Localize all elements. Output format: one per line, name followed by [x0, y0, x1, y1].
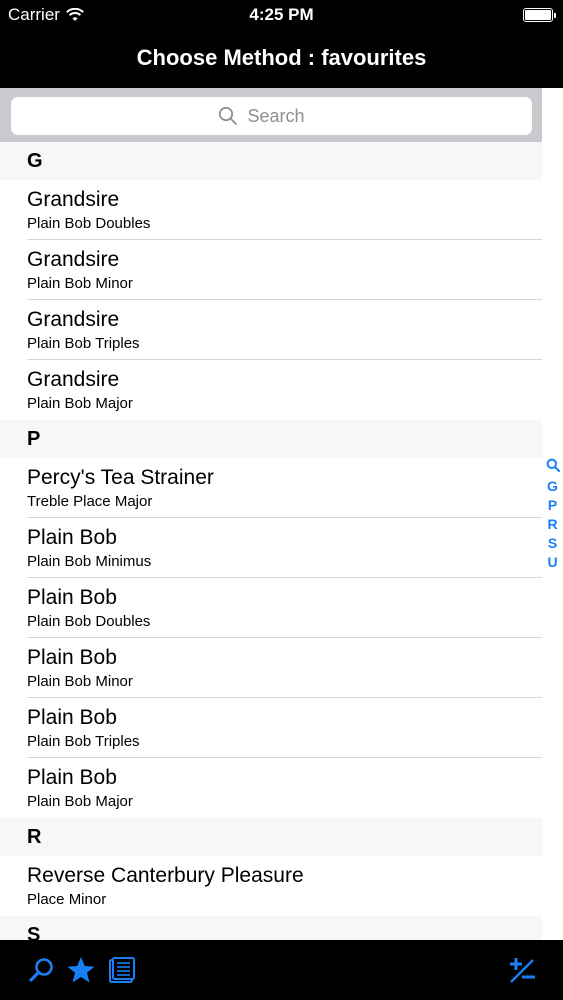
index-letter-s[interactable]: S: [542, 535, 563, 551]
method-name: Reverse Canterbury Pleasure: [27, 864, 304, 887]
index-letter-p[interactable]: P: [542, 497, 563, 513]
method-name: Plain Bob: [27, 706, 117, 729]
section-header-r: R: [0, 818, 542, 856]
navigation-bar: Choose Method : favourites: [0, 28, 563, 88]
battery-icon: [523, 8, 556, 22]
method-name: Plain Bob: [27, 526, 117, 549]
index-search-icon[interactable]: [546, 458, 560, 472]
list-item[interactable]: Plain Bob Plain Bob Minimus: [0, 518, 542, 578]
list-item[interactable]: Grandsire Plain Bob Doubles: [0, 180, 542, 240]
status-bar: Carrier 4:25 PM: [0, 0, 563, 28]
favourites-button[interactable]: [65, 954, 97, 986]
method-class: Plain Bob Triples: [27, 733, 140, 750]
list-item[interactable]: Plain Bob Plain Bob Major: [0, 758, 542, 818]
search-bar: [0, 88, 542, 142]
search-button[interactable]: [26, 954, 58, 986]
search-icon: [29, 958, 53, 982]
section-index[interactable]: G P R S U: [542, 88, 563, 940]
method-name: Grandsire: [27, 188, 120, 211]
method-class: Plain Bob Minor: [27, 673, 133, 690]
method-name: Plain Bob: [27, 586, 117, 609]
list-item[interactable]: Plain Bob Plain Bob Doubles: [0, 578, 542, 638]
section-header-g: G: [0, 142, 542, 180]
method-class: Plain Bob Minimus: [27, 553, 152, 570]
library-button[interactable]: [106, 954, 138, 986]
method-class: Plain Bob Minor: [27, 275, 133, 292]
list-item[interactable]: Reverse Canterbury Pleasure Place Minor: [0, 856, 542, 916]
method-name: Plain Bob: [27, 646, 117, 669]
method-class: Plain Bob Doubles: [27, 215, 151, 232]
method-list: G Grandsire Plain Bob Doubles Grandsire …: [0, 142, 542, 940]
method-name: Plain Bob: [27, 766, 117, 789]
index-letter-u[interactable]: U: [542, 554, 563, 570]
index-letter-r[interactable]: R: [542, 516, 563, 532]
index-letter-g[interactable]: G: [542, 478, 563, 494]
method-class: Plain Bob Major: [27, 395, 133, 412]
method-class: Treble Place Major: [27, 493, 153, 510]
list-item[interactable]: Plain Bob Plain Bob Minor: [0, 638, 542, 698]
method-class: Plain Bob Triples: [27, 335, 140, 352]
list-item[interactable]: Percy's Tea Strainer Treble Place Major: [0, 458, 542, 518]
search-field[interactable]: [11, 97, 532, 135]
screen: Carrier 4:25 PM Choose Method : favourit…: [0, 0, 563, 1000]
method-name: Grandsire: [27, 308, 120, 331]
star-icon: [67, 957, 95, 983]
section-header-s: S: [0, 916, 542, 940]
method-class: Place Minor: [27, 891, 107, 908]
add-remove-button[interactable]: [506, 954, 538, 986]
method-class: Plain Bob Major: [27, 793, 133, 810]
book-icon: [109, 957, 135, 983]
method-class: Plain Bob Doubles: [27, 613, 151, 630]
list-item[interactable]: Grandsire Plain Bob Triples: [0, 300, 542, 360]
section-header-p: P: [0, 420, 542, 458]
method-name: Percy's Tea Strainer: [27, 466, 214, 489]
plus-minus-icon: [510, 958, 535, 983]
list-item[interactable]: Grandsire Plain Bob Minor: [0, 240, 542, 300]
list-item[interactable]: Grandsire Plain Bob Major: [0, 360, 542, 420]
search-icon: [218, 106, 237, 125]
method-name: Grandsire: [27, 368, 120, 391]
method-list-view[interactable]: G Grandsire Plain Bob Doubles Grandsire …: [0, 88, 563, 940]
status-time: 4:25 PM: [249, 5, 314, 24]
toolbar: [0, 940, 563, 1000]
page-title: Choose Method : favourites: [136, 45, 427, 70]
method-name: Grandsire: [27, 248, 120, 271]
list-item[interactable]: Plain Bob Plain Bob Triples: [0, 698, 542, 758]
search-input[interactable]: [247, 105, 326, 127]
